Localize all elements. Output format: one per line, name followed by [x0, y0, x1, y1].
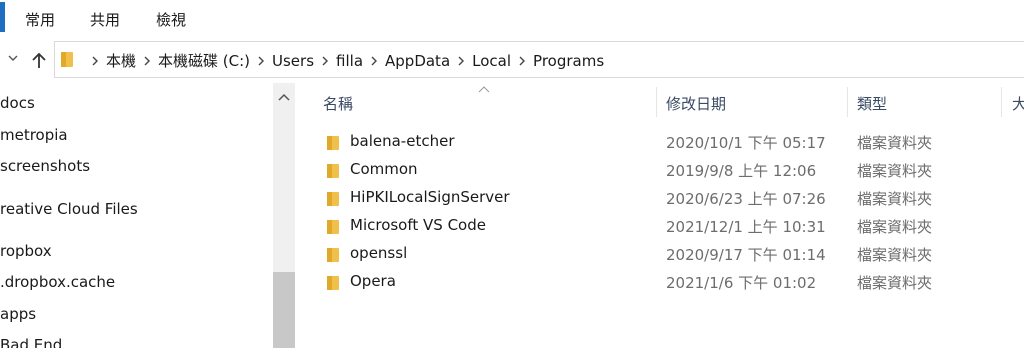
- breadcrumb-item-appdata[interactable]: AppData: [385, 52, 450, 70]
- file-name: Microsoft VS Code: [350, 216, 486, 234]
- column-header-date[interactable]: 修改日期: [666, 93, 726, 114]
- file-date: 2020/10/1 下午 05:17: [666, 134, 826, 152]
- breadcrumb-separator-icon[interactable]: [456, 56, 466, 66]
- file-row[interactable]: Common 2019/9/8 上午 12:06 檔案資料夾: [296, 157, 1024, 185]
- ribbon: 常用 共用 檢視: [0, 0, 1024, 38]
- breadcrumb-item-programs[interactable]: Programs: [533, 52, 604, 70]
- up-arrow-icon[interactable]: [30, 50, 48, 70]
- breadcrumb-separator-icon[interactable]: [142, 56, 152, 66]
- tab-share[interactable]: 共用: [90, 9, 120, 30]
- file-name: balena-etcher: [350, 132, 455, 150]
- file-name: HiPKILocalSignServer: [350, 188, 510, 206]
- file-list: 名稱 修改日期 類型 大 balena-etcher 2020/10/1 下午 …: [296, 83, 1024, 348]
- folder-icon: [327, 220, 339, 234]
- file-date: 2021/1/6 下午 01:02: [666, 274, 817, 292]
- file-type: 檔案資料夾: [857, 246, 933, 264]
- file-date: 2020/9/17 下午 01:14: [666, 246, 826, 264]
- breadcrumb-separator-icon[interactable]: [90, 56, 100, 66]
- breadcrumb-separator-icon[interactable]: [369, 56, 379, 66]
- column-header-size[interactable]: 大: [1012, 93, 1024, 114]
- file-name: openssl: [350, 244, 408, 262]
- nav-item-docs[interactable]: docs: [0, 94, 35, 112]
- column-divider[interactable]: [847, 87, 848, 117]
- nav-item-metropia[interactable]: metropia: [0, 126, 68, 144]
- nav-item-creative-cloud-files[interactable]: reative Cloud Files: [0, 200, 138, 218]
- file-row[interactable]: Microsoft VS Code 2021/12/1 上午 10:31 檔案資…: [296, 213, 1024, 241]
- file-type: 檔案資料夾: [857, 218, 933, 236]
- breadcrumb-item-this-pc[interactable]: 本機: [106, 50, 136, 71]
- sort-ascending-icon: [478, 86, 490, 93]
- folder-icon: [327, 164, 339, 178]
- tab-home[interactable]: 常用: [25, 9, 55, 30]
- file-type: 檔案資料夾: [857, 162, 933, 180]
- file-date: 2020/6/23 上午 07:26: [666, 190, 826, 208]
- nav-item-screenshots[interactable]: screenshots: [0, 157, 90, 175]
- file-type: 檔案資料夾: [857, 190, 933, 208]
- file-type: 檔案資料夾: [857, 134, 933, 152]
- nav-scrollbar-thumb[interactable]: [273, 272, 295, 348]
- nav-item-dropbox-cache[interactable]: .dropbox.cache: [0, 273, 115, 291]
- column-header-name[interactable]: 名稱: [323, 93, 353, 114]
- file-name: Common: [350, 160, 418, 178]
- file-date: 2021/12/1 上午 10:31: [666, 218, 826, 236]
- breadcrumb: 本機 本機磁碟 (C:) Users filla AppData Local Program…: [84, 50, 604, 71]
- chevron-down-icon[interactable]: [8, 50, 18, 66]
- folder-icon: [327, 136, 339, 150]
- file-row[interactable]: Opera 2021/1/6 下午 01:02 檔案資料夾: [296, 269, 1024, 297]
- breadcrumb-item-user[interactable]: filla: [336, 52, 363, 70]
- breadcrumb-separator-icon[interactable]: [320, 56, 330, 66]
- scroll-up-icon[interactable]: [277, 92, 291, 102]
- folder-icon: [327, 192, 339, 206]
- column-divider[interactable]: [656, 87, 657, 117]
- file-date: 2019/9/8 上午 12:06: [666, 162, 817, 180]
- nav-item-dropbox[interactable]: ropbox: [0, 242, 52, 260]
- folder-icon: [327, 276, 339, 290]
- tab-view[interactable]: 檢視: [156, 9, 186, 30]
- ribbon-file-tab-edge[interactable]: [0, 2, 5, 32]
- folder-icon: [61, 52, 73, 67]
- address-row: 本機 本機磁碟 (C:) Users filla AppData Local Program…: [0, 38, 1024, 82]
- file-row[interactable]: openssl 2020/9/17 下午 01:14 檔案資料夾: [296, 241, 1024, 269]
- breadcrumb-separator-icon[interactable]: [517, 56, 527, 66]
- file-row[interactable]: balena-etcher 2020/10/1 下午 05:17 檔案資料夾: [296, 129, 1024, 157]
- folder-icon: [327, 248, 339, 262]
- breadcrumb-item-local-disk[interactable]: 本機磁碟 (C:): [158, 50, 250, 71]
- nav-item-apps[interactable]: apps: [0, 305, 36, 323]
- column-divider[interactable]: [1001, 87, 1002, 117]
- file-type: 檔案資料夾: [857, 274, 933, 292]
- file-row[interactable]: HiPKILocalSignServer 2020/6/23 上午 07:26 …: [296, 185, 1024, 213]
- breadcrumb-separator-icon[interactable]: [256, 56, 266, 66]
- navigation-pane: docs metropia screenshots reative Cloud …: [0, 83, 296, 348]
- breadcrumb-item-users[interactable]: Users: [272, 52, 314, 70]
- breadcrumb-item-local[interactable]: Local: [472, 52, 511, 70]
- nav-item-bad-end[interactable]: Bad End: [0, 336, 62, 348]
- column-header-type[interactable]: 類型: [857, 93, 887, 114]
- file-name: Opera: [350, 272, 396, 290]
